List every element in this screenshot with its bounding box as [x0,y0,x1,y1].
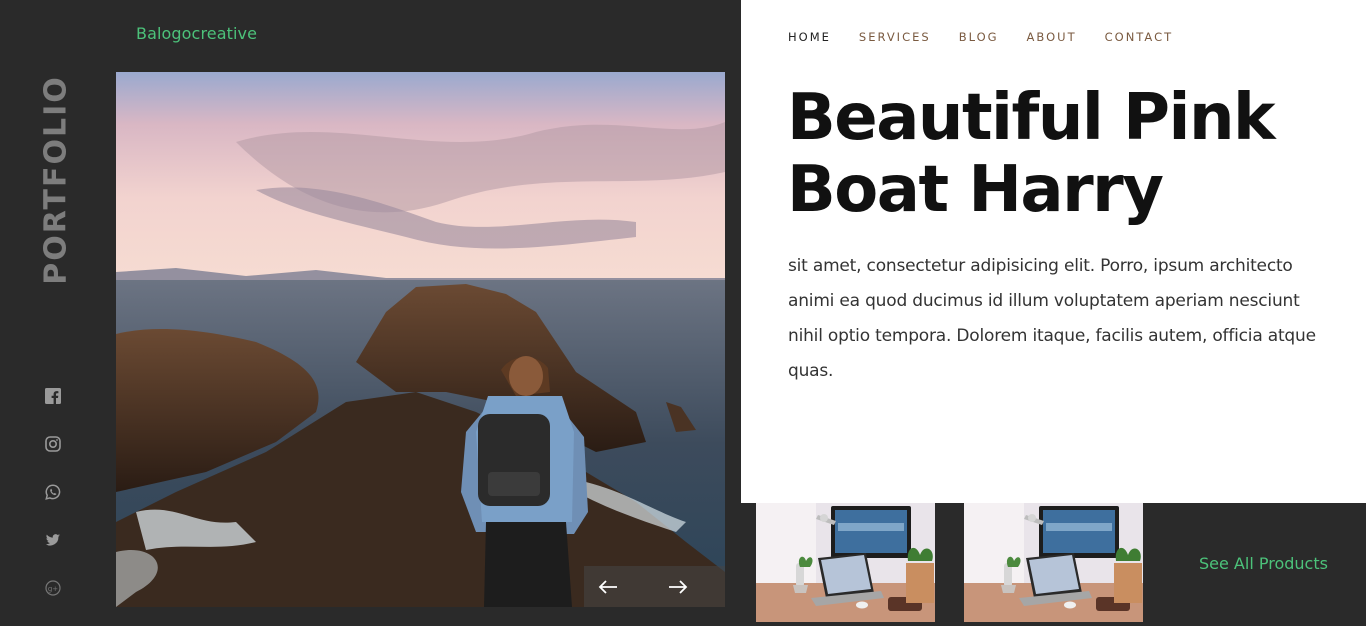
nav-about[interactable]: ABOUT [1027,30,1077,44]
nav-services[interactable]: SERVICES [859,30,931,44]
desk-laptop-thumbnail-image [756,503,935,622]
hero-headline: Beautiful Pink Boat Harry [787,82,1347,226]
hero-description: sit amet, consectetur adipisicing elit. … [788,256,1316,381]
google-plus-icon[interactable]: g+ [44,579,62,597]
nav-contact[interactable]: CONTACT [1105,30,1174,44]
facebook-icon[interactable] [44,387,62,405]
headline-line-1: Beautiful Pink [787,81,1276,155]
nav-home[interactable]: HOME [788,30,831,44]
product-thumbnail[interactable] [964,503,1143,622]
nav-blog[interactable]: BLOG [959,30,999,44]
twitter-icon[interactable] [44,531,62,549]
instagram-icon[interactable] [44,435,62,453]
whatsapp-icon[interactable] [44,483,62,501]
product-thumbnail[interactable] [756,503,935,622]
products-strip: See All Products [741,503,1366,626]
desk-laptop-thumbnail-image [964,503,1143,622]
portfolio-vertical-title: PORTFOLIO [38,75,74,285]
left-panel: Balogocreative PORTFOLIO g+ [0,0,741,626]
brand-logo-text[interactable]: Balogocreative [136,24,257,43]
hero-photo-hiker-on-cliffs [116,72,725,607]
content-panel: HOME SERVICES BLOG ABOUT CONTACT Beautif… [741,0,1366,503]
arrow-left-icon[interactable] [588,566,628,607]
arrow-right-icon[interactable] [658,566,698,607]
main-nav: HOME SERVICES BLOG ABOUT CONTACT [788,30,1201,44]
see-all-products-link[interactable]: See All Products [1199,554,1328,573]
slider-controls [584,566,725,607]
svg-text:g+: g+ [48,585,58,593]
headline-line-2: Boat Harry [787,153,1164,227]
